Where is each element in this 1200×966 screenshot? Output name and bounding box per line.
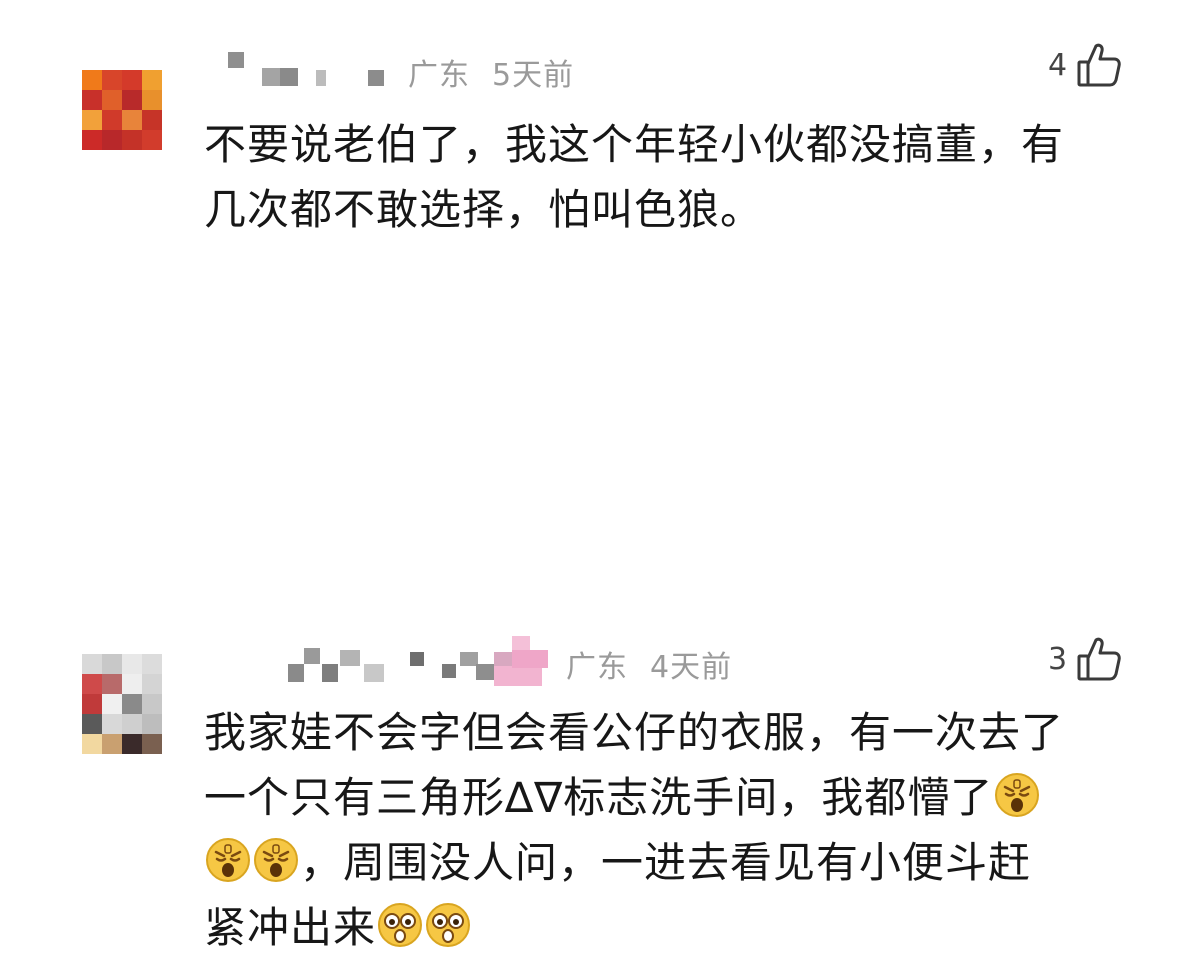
- comment-meta: 广东 4天前: [566, 642, 732, 686]
- comment-meta: 广东 5天前: [408, 50, 574, 94]
- sleepy-face-emoji-icon: [994, 771, 1040, 817]
- like-count: 4: [1048, 47, 1068, 83]
- sleepy-face-emoji-icon: [253, 836, 299, 882]
- like-count: 3: [1048, 641, 1068, 677]
- thumbs-up-icon[interactable]: [1077, 42, 1121, 88]
- shocked-face-emoji-icon: [425, 901, 471, 947]
- comment-line: ，周围没人问，一进去看见有小便斗赶: [204, 830, 1144, 895]
- comment-line: 不要说老伯了，我这个年轻小伙都没搞董，有: [204, 120, 1065, 169]
- username-mosaic[interactable]: [220, 48, 400, 88]
- comment-line: 我家娃不会字但会看公仔的衣服，有一次去了: [204, 708, 1065, 757]
- username-mosaic[interactable]: [280, 636, 560, 686]
- comment-line-text: ，周围没人问，一进去看见有小便斗赶: [300, 838, 1032, 887]
- comment-line: 一个只有三角形∆∇标志洗手间，我都懵了: [204, 765, 1144, 830]
- like-button[interactable]: 4: [1048, 42, 1121, 88]
- thumbs-up-icon[interactable]: [1077, 636, 1121, 682]
- comment-line: 几次都不敢选择，怕叫色狼。: [204, 185, 764, 234]
- avatar[interactable]: [82, 70, 162, 150]
- location-label: 广东: [566, 650, 628, 685]
- comment-line: 紧冲出来: [204, 895, 1144, 960]
- avatar[interactable]: [82, 654, 162, 754]
- shocked-face-emoji-icon: [377, 901, 423, 947]
- comment-line-text: 紧冲出来: [204, 903, 377, 952]
- comment-line-text: 一个只有三角形∆∇标志洗手间，我都懵了: [204, 773, 994, 822]
- comment-text: 我家娃不会字但会看公仔的衣服，有一次去了 一个只有三角形∆∇标志洗手间，我都懵了…: [204, 700, 1144, 960]
- time-label: 4天前: [650, 650, 733, 685]
- comment-item: 广东 5天前 4 不要说老伯了，我这个年轻小伙都没搞董，有 几次都不敢选择，怕叫色…: [0, 0, 1200, 300]
- comment-item: 广东 4天前 3 我家娃不会字但会看公仔的衣服，有一次去了 一个只有三角形∆∇标志…: [0, 300, 1200, 952]
- time-label: 5天前: [492, 58, 575, 93]
- comment-text: 不要说老伯了，我这个年轻小伙都没搞董，有 几次都不敢选择，怕叫色狼。: [204, 112, 1144, 242]
- location-label: 广东: [408, 58, 470, 93]
- sleepy-face-emoji-icon: [205, 836, 251, 882]
- like-button[interactable]: 3: [1048, 636, 1121, 682]
